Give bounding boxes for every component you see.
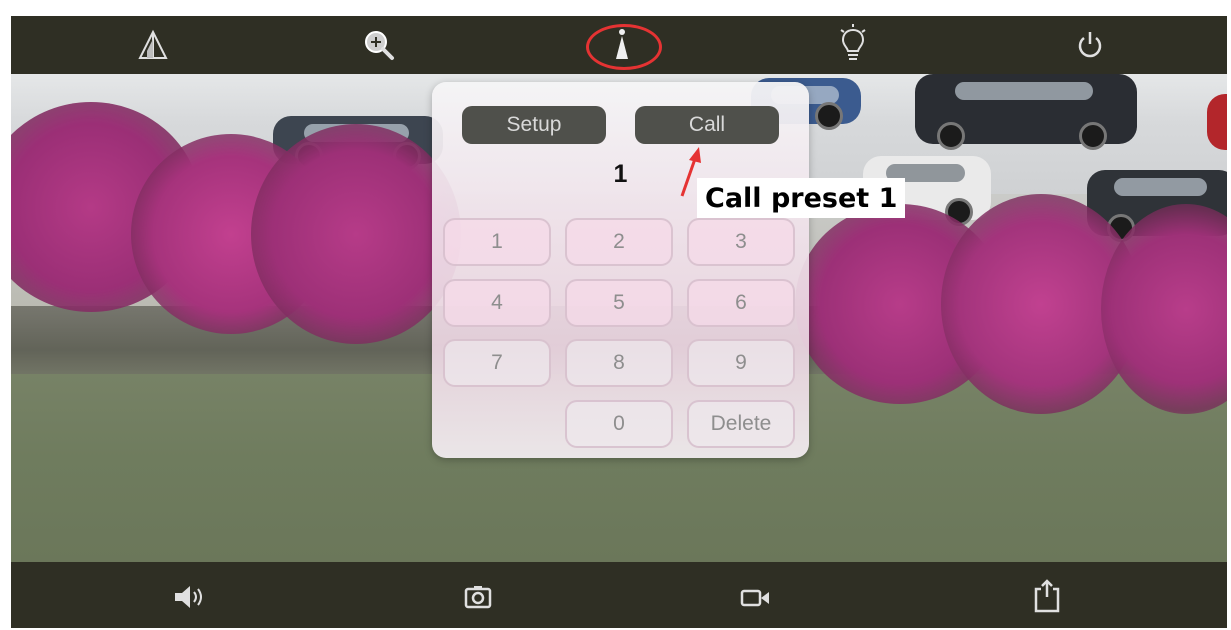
- annotation-label: Call preset 1: [697, 178, 906, 218]
- annotation-arrow: [680, 147, 701, 197]
